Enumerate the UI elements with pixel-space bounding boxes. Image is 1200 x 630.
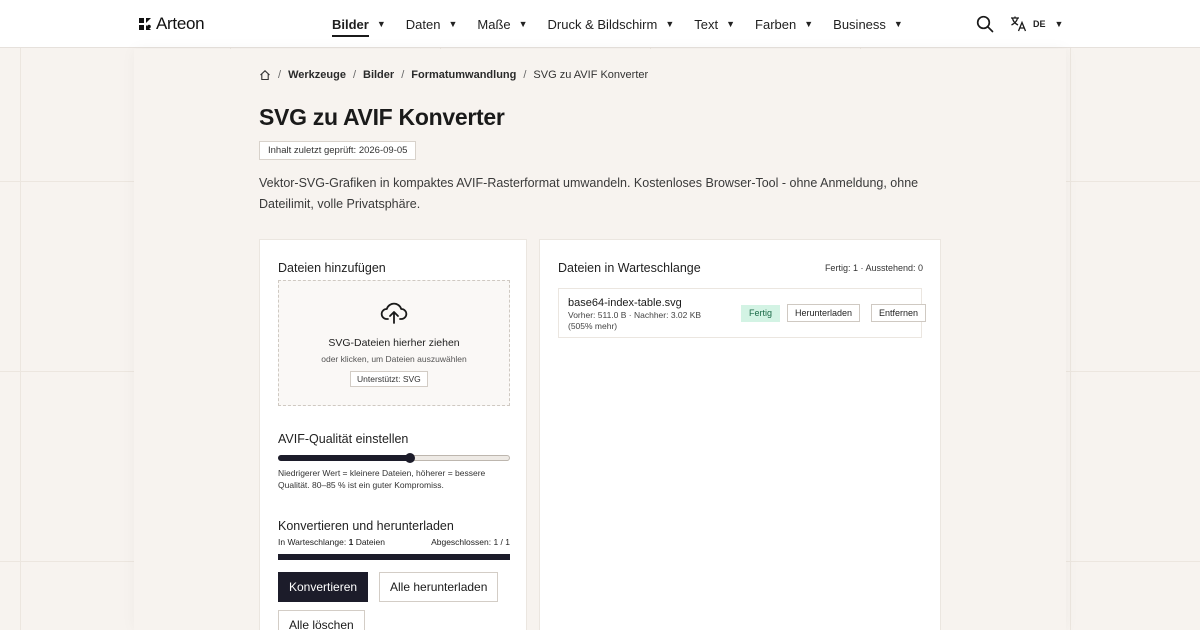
cloud-upload-icon [380,302,408,324]
chevron-down-icon: ▼ [804,19,814,29]
dropzone-subtitle: oder klicken, um Dateien auszuwählen [321,354,467,364]
list-item: base64-index-table.svg Vorher: 511.0 B ·… [558,288,927,338]
breadcrumb-item-werkzeuge[interactable]: Werkzeuge [288,69,346,81]
file-dropzone[interactable]: SVG-Dateien hierher ziehen oder klicken,… [278,280,510,406]
main-content: / Werkzeuge / Bilder / Formatumwandlung … [134,49,1066,630]
nav-item-label: Text [694,16,719,32]
download-all-button[interactable]: Alle herunterladen [379,572,499,602]
nav-item-label: Farben [755,16,797,32]
supported-formats-badge: Unterstützt: SVG [350,371,428,387]
slider-fill [278,455,411,461]
queue-status-row: In Warteschlange: 1 Dateien Abgeschlosse… [278,537,510,547]
breadcrumb-separator: / [523,69,527,81]
reviewed-badge: Inhalt zuletzt geprüft: 2026-09-05 [259,141,417,160]
breadcrumb: / Werkzeuge / Bilder / Formatumwandlung … [259,69,648,81]
nav-item-farben[interactable]: Farben ▼ [755,0,813,48]
translate-icon [1011,16,1027,32]
breadcrumb-separator: / [352,69,356,81]
upload-section-title: Dateien hinzufügen [278,261,386,275]
file-name: base64-index-table.svg [568,297,682,309]
quality-hint: Niedrigerer Wert = kleinere Dateien, höh… [278,468,486,490]
nav-item-label: Business [833,16,886,32]
queue-counts: Fertig: 1 · Ausstehend: 0 [824,263,923,273]
status-badge: Fertig [741,305,781,322]
clear-all-button[interactable]: Alle löschen [278,610,365,630]
logo-mark-icon [139,18,151,30]
page-intro: Vektor-SVG-Grafiken in kompaktes AVIF-Ra… [259,176,919,211]
breadcrumb-item-formatumwandlung[interactable]: Formatumwandlung [411,69,516,81]
queue-section-title: Dateien in Warteschlange [558,261,701,275]
breadcrumb-separator: / [401,69,405,81]
nav-item-label: Maße [477,16,511,32]
search-icon[interactable] [976,15,994,33]
queued-status: In Warteschlange: 1 Dateien [278,537,385,547]
brand-name: Arteon [156,14,205,33]
quality-section-title: AVIF-Qualität einstellen [278,432,409,446]
chevron-down-icon: ▼ [1054,18,1064,29]
nav-item-masse[interactable]: Maße ▼ [477,0,527,48]
file-size-info: Vorher: 511.0 B · Nachher: 3.02 KB (505%… [568,310,702,331]
language-code: DE [1033,18,1046,29]
chevron-down-icon: ▼ [518,19,528,29]
converter-panel: Dateien hinzufügen SVG-Dateien hierher z… [259,239,527,630]
queue-panel: Dateien in Warteschlange Fertig: 1 · Aus… [539,239,941,630]
chevron-down-icon: ▼ [665,19,675,29]
nav-item-label: Bilder [332,16,369,37]
nav-item-bilder[interactable]: Bilder ▼ [332,0,386,48]
queued-unit: Dateien [355,537,385,547]
progress-fill [278,554,510,560]
queued-label: In Warteschlange: [278,537,347,547]
chevron-down-icon: ▼ [376,19,386,29]
page-title: SVG zu AVIF Konverter [259,104,505,130]
convert-button[interactable]: Konvertieren [278,572,369,602]
slider-thumb[interactable] [405,453,416,463]
breadcrumb-item-bilder[interactable]: Bilder [363,69,394,81]
nav-item-label: Druck & Bildschirm [547,16,658,32]
chevron-down-icon: ▼ [893,19,903,29]
remove-button[interactable]: Entfernen [871,304,927,322]
nav-item-business[interactable]: Business ▼ [833,0,903,48]
nav-item-label: Daten [405,16,441,32]
site-header: Arteon Bilder ▼ Daten ▼ Maße ▼ Druck & B… [0,0,1200,48]
home-icon[interactable] [259,69,271,81]
breadcrumb-separator: / [278,69,282,81]
completed-status: Abgeschlossen: 1 / 1 [431,537,510,547]
nav-item-text[interactable]: Text ▼ [694,0,735,48]
dropzone-title: SVG-Dateien hierher ziehen [328,337,460,349]
conversion-progress-bar [278,554,510,560]
breadcrumb-current: SVG zu AVIF Konverter [533,69,649,81]
convert-section-title: Konvertieren und herunterladen [278,519,454,533]
download-button[interactable]: Herunterladen [787,304,861,322]
nav-item-druck-bildschirm[interactable]: Druck & Bildschirm ▼ [548,0,675,48]
nav-item-daten[interactable]: Daten ▼ [406,0,458,48]
queued-count: 1 [348,537,354,547]
chevron-down-icon: ▼ [448,19,458,29]
quality-slider[interactable] [278,453,510,463]
main-nav: Bilder ▼ Daten ▼ Maße ▼ Druck & Bildschi… [332,0,923,48]
language-switcher[interactable]: DE ▼ [1010,15,1063,32]
chevron-down-icon: ▼ [726,19,736,29]
brand-logo[interactable]: Arteon [137,14,205,34]
